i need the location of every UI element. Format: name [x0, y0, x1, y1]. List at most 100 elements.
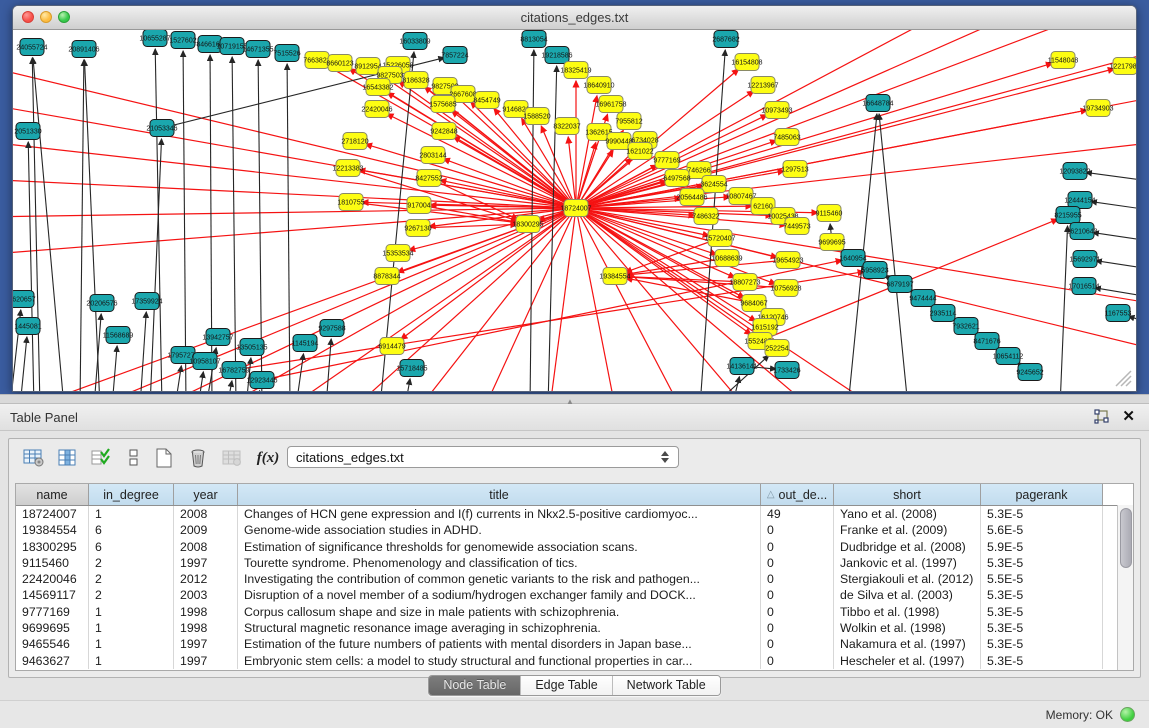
graph-edge[interactable] [576, 30, 1060, 208]
graph-node[interactable]: 14136141 [726, 358, 757, 375]
table-row[interactable]: 977716911998Corpus callosum shape and si… [16, 604, 1133, 620]
graph-edge[interactable] [33, 58, 64, 391]
table-cell[interactable]: 1997 [174, 636, 238, 652]
merge-tables-icon[interactable] [121, 446, 147, 470]
graph-edge[interactable] [287, 64, 290, 391]
delete-table-icon[interactable] [219, 446, 245, 470]
graph-node[interactable]: 917004 [407, 197, 431, 214]
graph-node[interactable]: 18325419 [560, 62, 591, 79]
graph-edge[interactable] [13, 65, 576, 208]
graph-node[interactable]: 12923446 [246, 372, 277, 389]
table-cell[interactable]: 5.3E-5 [981, 653, 1103, 669]
table-cell[interactable]: 19384554 [16, 522, 89, 538]
graph-edge[interactable] [183, 51, 186, 391]
graph-node[interactable]: 9115460 [816, 205, 843, 222]
table-cell[interactable]: Dudbridge et al. (2008) [834, 539, 981, 555]
table-cell[interactable]: Jankovic et al. (1997) [834, 555, 981, 571]
table-cell[interactable]: 0 [761, 653, 834, 669]
table-cell[interactable]: 6 [89, 539, 174, 555]
graph-node[interactable]: 8813054 [520, 31, 547, 48]
table-cell[interactable]: 18724007 [16, 506, 89, 522]
graph-node[interactable]: 18300295 [512, 216, 543, 233]
graph-edge[interactable] [112, 346, 117, 391]
column-header-year[interactable]: year [174, 484, 238, 505]
column-header-title[interactable]: title [238, 484, 761, 505]
table-cell[interactable]: 6 [89, 522, 174, 538]
graph-node[interactable]: 18724007 [560, 200, 591, 217]
graph-edge[interactable] [1096, 261, 1136, 269]
graph-edge[interactable] [1093, 233, 1136, 241]
table-cell[interactable]: 5.3E-5 [981, 555, 1103, 571]
table-cell[interactable]: 5.3E-5 [981, 620, 1103, 636]
graph-edge[interactable] [1086, 172, 1136, 181]
table-vertical-scrollbar[interactable] [1117, 505, 1133, 670]
table-cell[interactable]: 2003 [174, 587, 238, 603]
table-chooser-select[interactable]: citations_edges.txt [287, 446, 679, 468]
table-cell[interactable]: 5.5E-5 [981, 571, 1103, 587]
table-cell[interactable]: 9465546 [16, 636, 89, 652]
graph-edge[interactable] [1095, 288, 1136, 297]
table-row[interactable]: 1830029562008Estimation of significance … [16, 539, 1133, 555]
table-row[interactable]: 1456911722003Disruption of a novel membe… [16, 587, 1133, 603]
graph-node[interactable]: 10654112 [993, 348, 1024, 365]
graph-node[interactable]: 19734903 [1082, 100, 1113, 117]
table-row[interactable]: 911546021997Tourette syndrome. Phenomeno… [16, 555, 1133, 571]
column-header-indegree[interactable]: in_degree [89, 484, 174, 505]
table-cell[interactable]: 1997 [174, 555, 238, 571]
graph-node[interactable]: 10688639 [711, 250, 742, 267]
table-cell[interactable]: Stergiakouli et al. (2012) [834, 571, 981, 587]
table-cell[interactable]: 2 [89, 555, 174, 571]
graph-node[interactable]: 1297513 [781, 161, 808, 178]
graph-node[interactable]: 8454749 [473, 92, 500, 109]
graph-node[interactable]: 8878344 [373, 268, 400, 285]
scrollbar-thumb[interactable] [1120, 508, 1132, 568]
graph-node[interactable]: 1145194 [292, 335, 319, 352]
graph-node[interactable]: 18807273 [729, 274, 760, 291]
graph-node[interactable]: 2687682 [712, 31, 739, 48]
graph-node[interactable]: 16961758 [595, 96, 626, 113]
table-cell[interactable]: 49 [761, 506, 834, 522]
table-cell[interactable]: 0 [761, 539, 834, 555]
graph-edge[interactable] [1091, 202, 1136, 210]
table-cell[interactable]: Disruption of a novel member of a sodium… [238, 587, 761, 603]
graph-node[interactable]: 2935114 [930, 305, 957, 322]
column-header-short[interactable]: short [834, 484, 981, 505]
graph-edge[interactable] [290, 208, 576, 391]
table-cell[interactable]: 22420046 [16, 571, 89, 587]
table-cell[interactable]: 0 [761, 522, 834, 538]
graph-node[interactable]: 12217987 [1109, 58, 1136, 75]
graph-node[interactable]: 9242848 [430, 123, 457, 140]
table-cell[interactable]: Structural magnetic resonance image aver… [238, 620, 761, 636]
table-row[interactable]: 1872400712008Changes of HCN gene express… [16, 506, 1133, 522]
graph-node[interactable]: 12213383 [332, 160, 363, 177]
graph-edge[interactable] [28, 142, 34, 391]
graph-node[interactable]: 16154808 [731, 54, 762, 71]
graph-node[interactable]: 16782759 [218, 362, 249, 379]
table-cell[interactable]: 1997 [174, 653, 238, 669]
graph-node[interactable]: 15718485 [396, 360, 427, 377]
table-cell[interactable]: Franke et al. (2009) [834, 522, 981, 538]
graph-node[interactable]: 16033809 [399, 33, 430, 50]
table-cell[interactable]: de Silva et al. (2003) [834, 587, 981, 603]
column-header-name[interactable]: name [16, 484, 89, 505]
graph-node[interactable]: 11548048 [1048, 52, 1079, 69]
graph-node[interactable]: 18640910 [583, 77, 614, 94]
table-cell[interactable]: 2 [89, 587, 174, 603]
table-cell[interactable]: 5.3E-5 [981, 636, 1103, 652]
table-cell[interactable]: Yano et al. (2008) [834, 506, 981, 522]
table-cell[interactable]: 14569117 [16, 587, 89, 603]
graph-node[interactable]: 3624554 [700, 176, 727, 193]
graph-node[interactable]: 9699695 [818, 234, 845, 251]
graph-edge[interactable] [879, 114, 908, 391]
graph-node[interactable]: 20206576 [86, 295, 117, 312]
graph-node[interactable]: 22420046 [361, 101, 392, 118]
table-cell[interactable]: Tourette syndrome. Phenomenology and cla… [238, 555, 761, 571]
function-builder-icon[interactable]: f(x) [255, 446, 281, 470]
graph-edge[interactable] [80, 60, 84, 391]
graph-node[interactable]: 7485063 [773, 129, 800, 146]
graph-node[interactable]: 6497568 [663, 170, 690, 187]
graph-edge[interactable] [175, 366, 181, 391]
tab-node-table[interactable]: Node Table [429, 676, 521, 695]
graph-node[interactable]: 7955812 [615, 113, 642, 130]
graph-node[interactable]: 9245652 [1016, 364, 1043, 381]
